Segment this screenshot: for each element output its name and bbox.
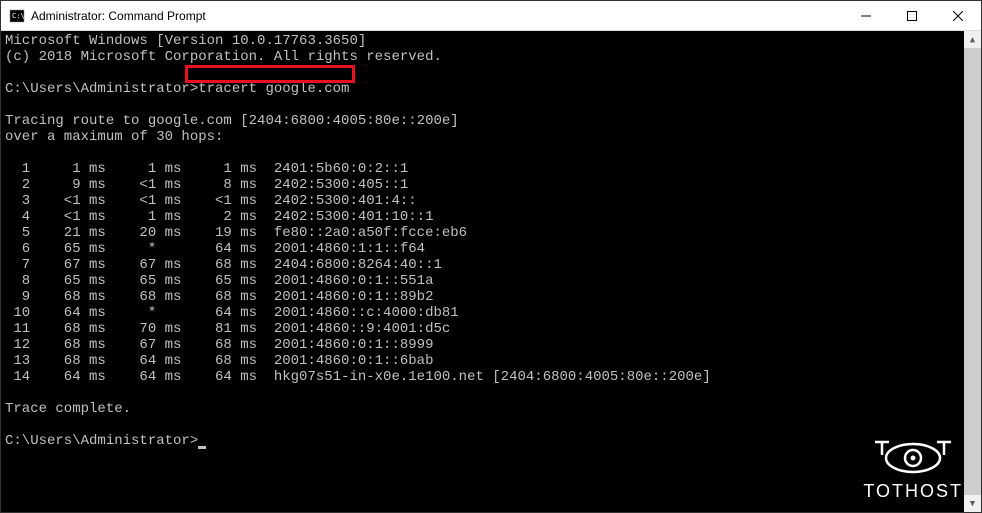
tothost-logo: TOTHOST <box>863 437 963 502</box>
scroll-thumb[interactable] <box>964 48 981 495</box>
terminal-output[interactable]: Microsoft Windows [Version 10.0.17763.36… <box>1 31 964 512</box>
cmd-icon: C:\ <box>9 8 25 24</box>
svg-text:C:\: C:\ <box>12 12 25 20</box>
maximize-button[interactable] <box>889 1 935 31</box>
minimize-button[interactable] <box>843 1 889 31</box>
scrollbar[interactable]: ▲ ▼ <box>964 31 981 512</box>
scroll-down-button[interactable]: ▼ <box>964 495 981 512</box>
window-title: Administrator: Command Prompt <box>31 9 843 23</box>
scroll-up-button[interactable]: ▲ <box>964 31 981 48</box>
cursor <box>198 446 206 449</box>
logo-text: TOTHOST <box>863 481 963 502</box>
titlebar[interactable]: C:\ Administrator: Command Prompt <box>1 1 981 31</box>
command-prompt-window: C:\ Administrator: Command Prompt Micros… <box>0 0 982 513</box>
window-controls <box>843 1 981 30</box>
close-button[interactable] <box>935 1 981 31</box>
scroll-track[interactable] <box>964 48 981 495</box>
terminal-wrapper: Microsoft Windows [Version 10.0.17763.36… <box>1 31 981 512</box>
